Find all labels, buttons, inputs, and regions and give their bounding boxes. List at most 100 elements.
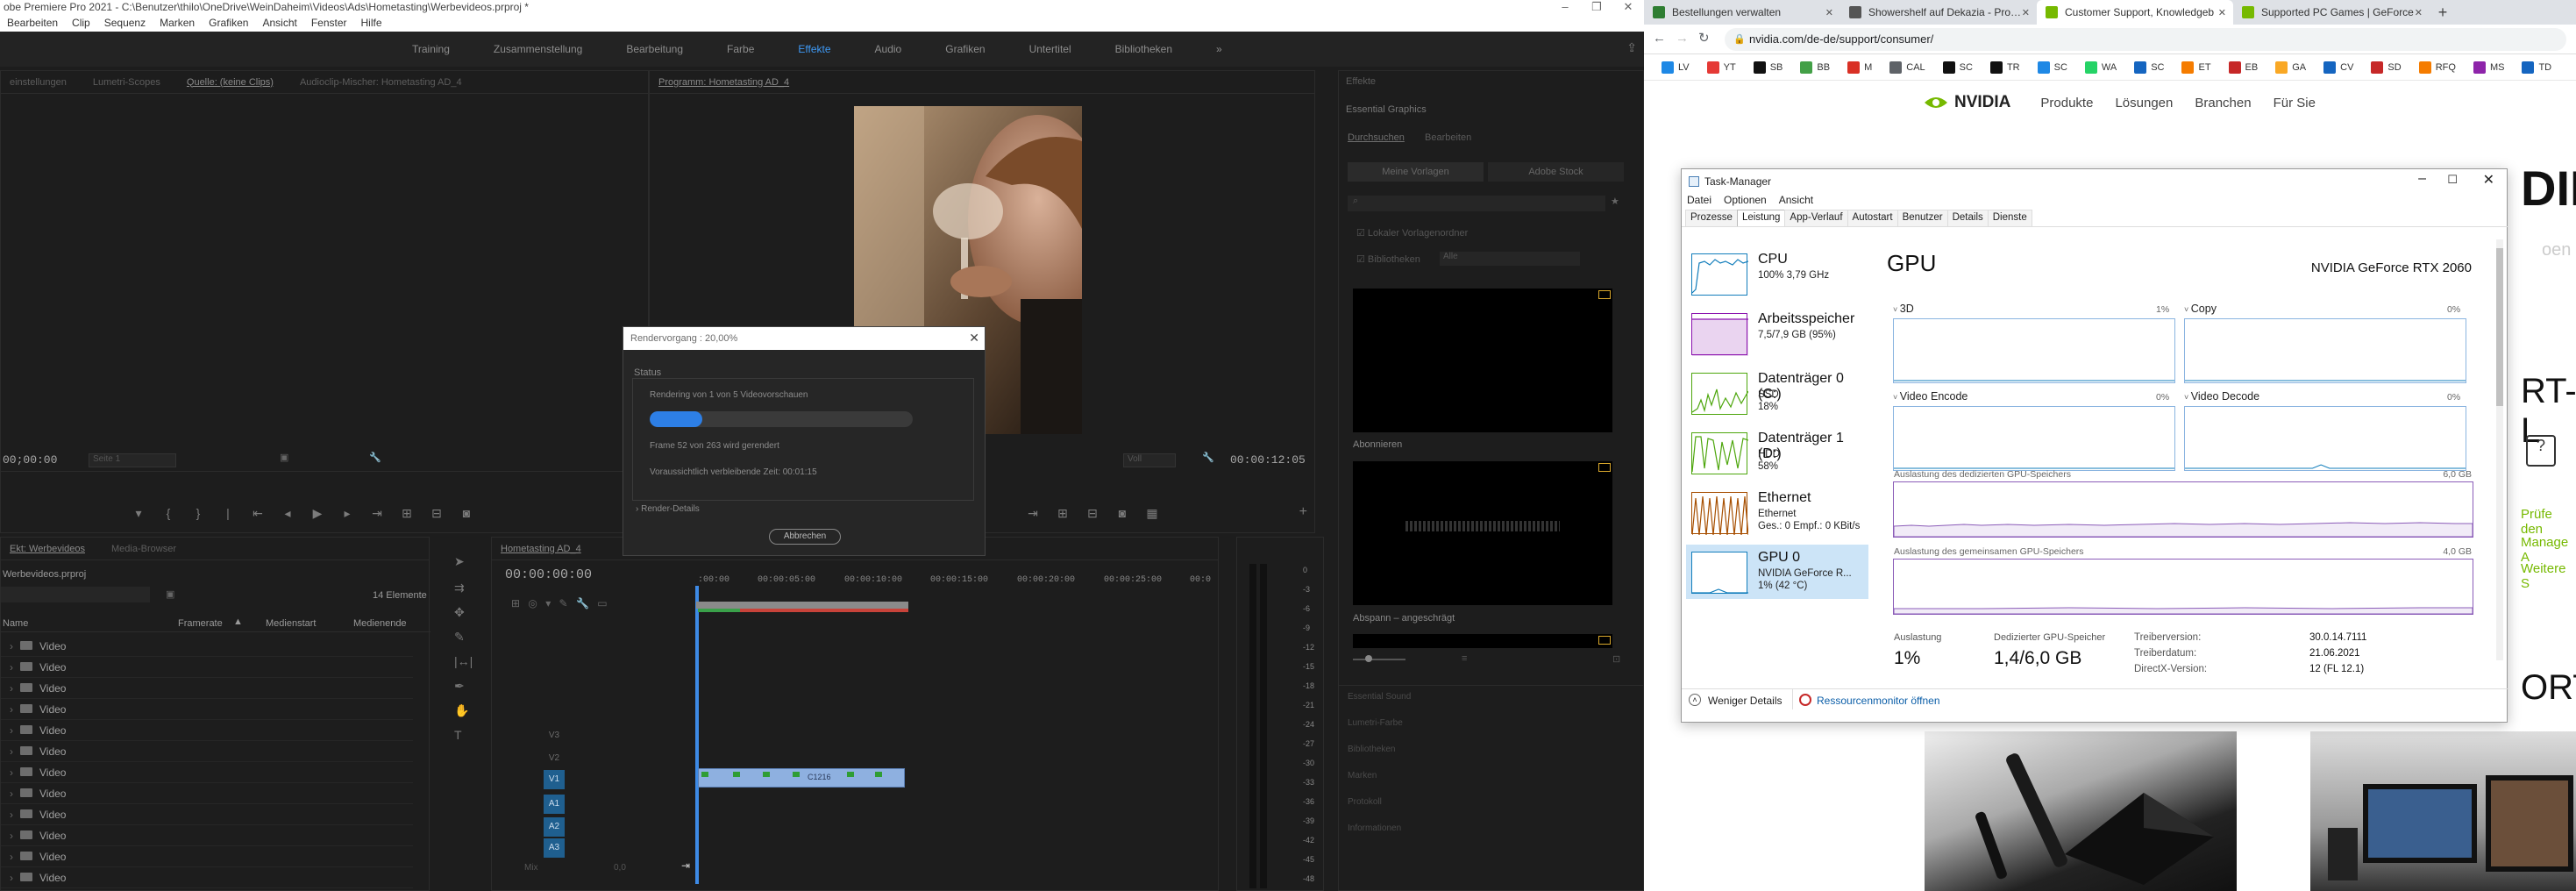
tm-tab[interactable]: Benutzer (1896, 210, 1948, 226)
workspace-tab[interactable]: Training (412, 43, 450, 55)
tm-sidebar-item[interactable]: Datenträger 1 (D:) HDD 58% (1686, 425, 1868, 480)
bin-icon[interactable]: ▣ (166, 588, 174, 600)
tm-sidebar-item[interactable]: Ethernet Ethernet Ges.: 0 Empf.: 0 KBit/s (1686, 485, 1868, 539)
expand-icon[interactable]: › (10, 809, 13, 821)
bookmark[interactable]: SB (1753, 61, 1792, 74)
project-search-input[interactable] (1, 587, 150, 602)
menu-item[interactable]: Grafiken (202, 16, 255, 32)
menu-item[interactable]: Marken (153, 16, 202, 32)
tab[interactable]: einstellungen (10, 77, 67, 88)
bookmark[interactable]: YT (1706, 61, 1745, 74)
tm-tab[interactable]: Autostart (1847, 210, 1898, 226)
chevron-right-icon[interactable]: » (1216, 43, 1222, 55)
forward-icon[interactable]: → (1676, 31, 1689, 46)
project-item[interactable]: › Video (1, 636, 413, 657)
project-item[interactable]: › Video (1, 657, 413, 678)
insert-icon[interactable]: ⊞ (392, 506, 422, 521)
list-view-icon[interactable]: ≡ (1462, 653, 1467, 664)
nvidia-logo[interactable]: NVIDIA (1923, 93, 2010, 112)
graph-label[interactable]: ˅ 3D (1893, 303, 1914, 315)
expand-icon[interactable]: › (10, 724, 13, 737)
bookmark[interactable]: RFQ (2418, 61, 2465, 74)
expand-icon[interactable]: › (10, 682, 13, 695)
pen-tool-icon[interactable]: ✒ (454, 679, 465, 694)
panel-collapsed[interactable]: Protokoll (1348, 797, 1382, 807)
close-icon[interactable]: ✕ (969, 331, 979, 346)
reload-icon[interactable]: ↻ (1698, 30, 1710, 46)
program-fit-select[interactable]: Voll (1123, 453, 1176, 467)
marker-icon[interactable]: ▾ (124, 506, 153, 521)
menu-item[interactable]: Fenster (304, 16, 354, 32)
step-back-icon[interactable]: ◂ (273, 506, 302, 521)
graph-label[interactable]: ˅ Copy (2184, 303, 2217, 315)
overwrite-icon[interactable]: ⊟ (422, 506, 452, 521)
maximize-icon[interactable]: ❐ (1581, 0, 1612, 16)
workspace-tab[interactable]: Bearbeitung (626, 43, 683, 55)
bookmark[interactable]: SC (2134, 61, 2173, 74)
share-icon[interactable]: ⇪ (1626, 40, 1637, 55)
bookmark[interactable]: BB (1800, 61, 1839, 74)
go-to-out-icon[interactable]: ⇥ (362, 506, 392, 521)
browser-tab[interactable]: Bestellungen verwalten ✕ (1644, 0, 1840, 25)
bookmark[interactable]: LV (1662, 61, 1698, 74)
side-link[interactable]: Prüfe den (2521, 507, 2576, 537)
expand-icon[interactable]: › (10, 788, 13, 800)
tm-tab[interactable]: App-Verlauf (1784, 210, 1848, 226)
resource-monitor-link[interactable]: Ressourcenmonitor öffnen (1817, 695, 1940, 707)
bookmark[interactable]: SC (2037, 61, 2076, 74)
expand-icon[interactable]: › (10, 851, 13, 863)
slip-tool-icon[interactable]: |↔| (454, 654, 473, 668)
tab-active[interactable]: Programm: Hometasting AD_4 (658, 77, 789, 88)
pc-games-image[interactable] (2310, 731, 2576, 891)
col-media-end[interactable]: Medienende (353, 618, 407, 629)
razor-tool-icon[interactable]: ✎ (454, 630, 465, 645)
project-item[interactable]: › Video (1, 762, 413, 783)
go-to-out-icon[interactable]: ⇥ (1018, 506, 1048, 521)
track-select-icon[interactable]: ⇉ (454, 581, 465, 595)
template-thumb-1[interactable] (1353, 289, 1612, 432)
eg-tab-edit[interactable]: Bearbeiten (1425, 132, 1471, 143)
menu-item[interactable]: Optionen (1724, 194, 1767, 210)
playhead[interactable] (695, 586, 699, 884)
expand-icon[interactable]: › (10, 830, 13, 842)
project-item[interactable]: › Video (1, 720, 413, 741)
ripple-edit-icon[interactable]: ✥ (454, 605, 465, 620)
minimize-icon[interactable]: – (2418, 171, 2426, 187)
libraries-checkbox[interactable]: ☑ Bibliotheken (1356, 253, 1420, 265)
browser-tab[interactable]: Showershelf auf Dekazia - Produ ✕ (1840, 0, 2037, 25)
source-fit-select[interactable]: Seite 1 (89, 453, 176, 467)
project-item[interactable]: › Video (1, 741, 413, 762)
bookmark[interactable]: SD (2371, 61, 2409, 74)
tab[interactable]: Media-Browser (111, 544, 176, 554)
workspace-tab[interactable]: Bibliotheken (1115, 43, 1172, 55)
bookmark[interactable]: TD (2522, 61, 2560, 74)
thumb-size-slider[interactable] (1353, 659, 1405, 660)
new-tab-icon[interactable]: + (2430, 0, 2456, 25)
bookmark[interactable]: CV (2323, 61, 2362, 74)
close-tab-icon[interactable]: ✕ (2218, 7, 2226, 18)
selection-tool-icon[interactable]: ➤ (454, 554, 465, 569)
bookmark[interactable]: ET (2181, 61, 2219, 74)
lock-icon[interactable]: 🔒 (1733, 33, 1746, 45)
add-button-icon[interactable]: + (1299, 504, 1307, 520)
col-media-start[interactable]: Medienstart (266, 618, 316, 629)
my-templates-button[interactable]: Meine Vorlagen (1348, 162, 1484, 182)
project-item[interactable]: › Video (1, 846, 413, 867)
expand-icon[interactable]: › (10, 703, 13, 716)
in-point-icon[interactable]: { (153, 506, 183, 521)
bookmark[interactable]: TR (1989, 61, 2029, 74)
menu-item[interactable]: Ansicht (255, 16, 303, 32)
library-select[interactable]: Alle (1440, 252, 1580, 266)
workspace-tab[interactable]: Farbe (727, 43, 754, 55)
effects-tab[interactable]: Effekte (1346, 76, 1376, 87)
workspace-tab[interactable]: Grafiken (945, 43, 985, 55)
bookmark[interactable]: MS (2473, 61, 2514, 74)
project-item[interactable]: › Video (1, 825, 413, 846)
cancel-render-button[interactable]: Abbrechen (769, 529, 841, 545)
scroll-thumb[interactable] (2496, 248, 2503, 406)
tm-scrollbar[interactable] (2496, 239, 2503, 660)
bookmark[interactable]: WA (2084, 61, 2125, 74)
lift-icon[interactable]: ⊞ (1048, 506, 1078, 521)
nav-link[interactable]: Für Sie (2274, 96, 2316, 110)
menu-item[interactable]: Hilfe (354, 16, 389, 32)
